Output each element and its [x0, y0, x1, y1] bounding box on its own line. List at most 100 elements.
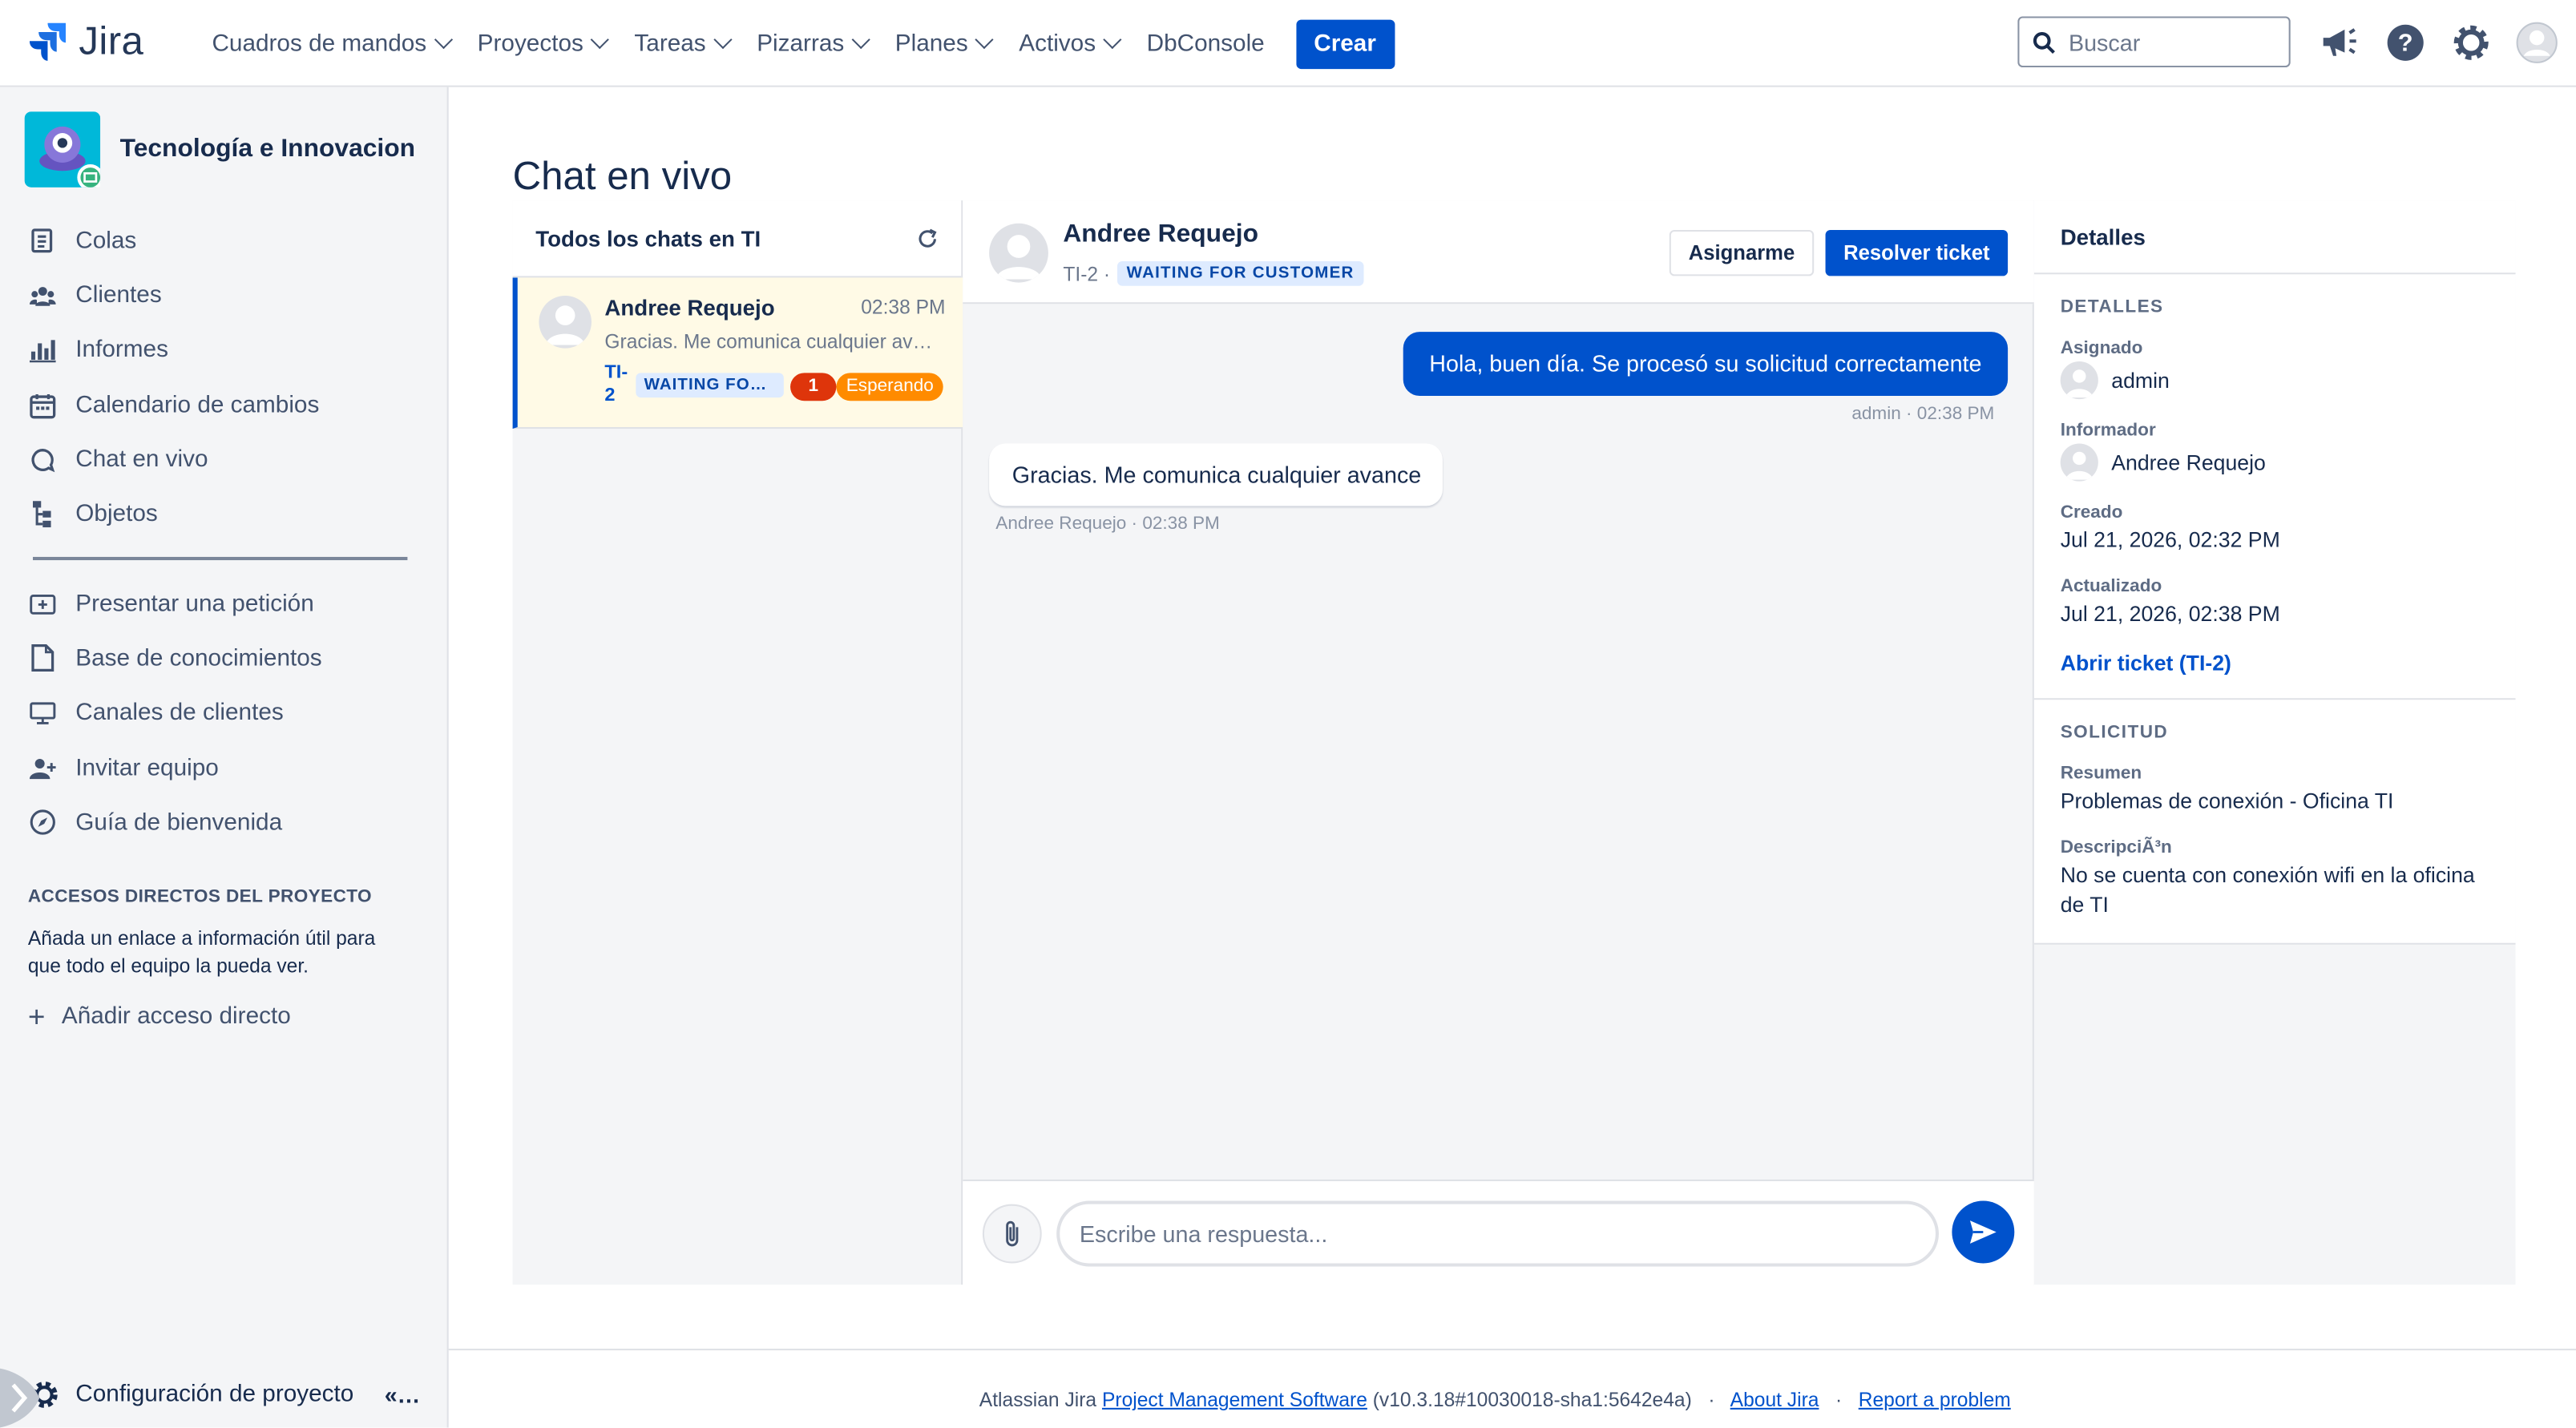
footer: Atlassian Jira Project Management Softwa… [448, 1349, 2576, 1427]
chat-list-header: Todos los chats en TI [512, 200, 962, 278]
search-input[interactable]: Buscar [2017, 16, 2291, 68]
avatar [539, 296, 592, 349]
reply-input[interactable]: Escribe una respuesta... [1056, 1200, 1939, 1267]
paperclip-icon [1006, 1220, 1019, 1247]
add-user-icon [29, 755, 56, 781]
footer-link-pm-software[interactable]: Project Management Software [1102, 1388, 1367, 1411]
chat-last-message: Gracias. Me comunica cualquier avance [604, 330, 942, 353]
calendar-icon [30, 392, 56, 418]
send-button[interactable] [1952, 1200, 2015, 1264]
chat-list-item[interactable]: Andree Requejo 02:38 PM Gracias. Me comu… [512, 277, 963, 430]
footer-text: Atlassian Jira Project Management Softwa… [979, 1388, 2011, 1411]
updated-label: Actualizado [2060, 576, 2162, 597]
attach-button[interactable] [982, 1204, 1042, 1264]
request-section: SOLICITUD Resumen Problemas de conexión … [2033, 700, 2516, 945]
project-header[interactable]: Tecnología e Innovacion [24, 111, 415, 191]
chat-time: 02:38 PM [861, 296, 946, 319]
outgoing-message: Hola, buen día. Se procesó su solicitud … [1403, 332, 2009, 397]
chevron-down-icon [590, 29, 609, 49]
sidebar-item-queues[interactable]: Colas [30, 214, 319, 268]
shortcuts-description: Añada un enlace a información útil para … [27, 926, 376, 978]
top-navigation: Jira Cuadros de mandos Proyectos Tareas … [0, 0, 2576, 87]
nav-projects[interactable]: Proyectos [478, 29, 609, 57]
conversation-ticket-key: TI-2 · [1063, 261, 1111, 285]
avatar [989, 223, 1048, 283]
people-icon [29, 282, 56, 309]
sidebar-item-welcome-guide[interactable]: Guía de bienvenida [30, 796, 322, 850]
footer-link-report-problem[interactable]: Report a problem [1859, 1388, 2011, 1411]
app-root: Jira Cuadros de mandos Proyectos Tareas … [0, 0, 2576, 1428]
megaphone-icon[interactable] [2317, 20, 2363, 66]
nav-plans[interactable]: Planes [895, 29, 994, 57]
jira-logo-text: Jira [79, 19, 144, 64]
details-panel: Detalles DETALLES Asignado admin Informa… [2033, 200, 2516, 1285]
open-ticket-link[interactable]: Abrir ticket (TI-2) [2061, 651, 2489, 676]
reporter-label: Informador [2060, 420, 2156, 441]
page-title: Chat en vivo [512, 154, 733, 200]
help-icon[interactable]: ? [2383, 20, 2429, 66]
updated-value: Jul 21, 2026, 02:38 PM [2060, 601, 2280, 627]
search-icon [2033, 30, 2055, 54]
chevron-down-icon [713, 29, 732, 49]
sidebar-item-change-calendar[interactable]: Calendario de cambios [30, 377, 319, 432]
compass-icon [30, 809, 56, 836]
description-value: No se cuenta con conexión wifi en la ofi… [2060, 862, 2475, 917]
project-sidebar: Tecnología e Innovacion Colas Clientes I… [0, 87, 449, 1428]
gear-icon[interactable] [2449, 20, 2494, 66]
shortcuts-title: ACCESOS DIRECTOS DEL PROYECTO [27, 887, 373, 907]
conversation-panel: Andree Requejo TI-2 · WAITING FOR CUSTOM… [963, 200, 2034, 1285]
project-settings-link[interactable]: Configuración de proyecto [30, 1380, 353, 1410]
resolve-ticket-button[interactable]: Resolver ticket [1825, 230, 2009, 276]
queue-icon [30, 228, 56, 254]
document-icon [30, 644, 56, 672]
footer-link-about-jira[interactable]: About Jira [1730, 1388, 1819, 1411]
user-avatar-icon[interactable] [2514, 20, 2560, 66]
details-section: DETALLES Asignado admin Informador Andre… [2033, 274, 2516, 700]
primary-nav: Cuadros de mandos Proyectos Tareas Pizar… [212, 0, 1395, 87]
chat-list-title: Todos los chats en TI [535, 225, 761, 251]
chat-ticket-key[interactable]: TI-2 [604, 361, 628, 407]
summary-value: Problemas de conexión - Oficina TI [2060, 789, 2394, 813]
sidebar-item-customer-channels[interactable]: Canales de clientes [30, 686, 322, 740]
sidebar-item-objects[interactable]: Objetos [30, 487, 319, 542]
jira-logo[interactable]: Jira [29, 19, 144, 66]
chevron-down-icon [434, 29, 453, 49]
sidebar-item-customers[interactable]: Clientes [29, 268, 319, 323]
nav-dbconsole[interactable]: DbConsole [1147, 30, 1265, 57]
details-section-title: DETALLES [2060, 297, 2164, 317]
sidebar-item-raise-request[interactable]: Presentar una petición [30, 577, 322, 631]
refresh-icon[interactable] [917, 228, 939, 249]
sidebar-item-live-chat[interactable]: Chat en vivo [30, 433, 319, 487]
plus-icon: + [27, 1000, 46, 1034]
avatar [2060, 443, 2098, 482]
send-icon [1969, 1220, 1997, 1244]
collapse-sidebar-icon[interactable]: «… [385, 1382, 421, 1408]
search-placeholder: Buscar [2068, 28, 2141, 55]
create-button[interactable]: Crear [1295, 18, 1395, 69]
nav-assets[interactable]: Activos [1019, 29, 1122, 57]
add-shortcut-button[interactable]: + Añadir acceso directo [27, 1000, 291, 1034]
reply-placeholder: Escribe una respuesta... [1079, 1220, 1328, 1247]
chat-list-panel: Todos los chats en TI Andree Requejo 02:… [512, 200, 963, 1285]
add-request-icon [30, 591, 56, 617]
hierarchy-icon [30, 501, 56, 528]
sidebar-item-reports[interactable]: Informes [29, 323, 319, 377]
chevron-right-icon[interactable] [0, 1368, 46, 1428]
nav-issues[interactable]: Tareas [634, 29, 732, 57]
assigned-label: Asignado [2060, 338, 2143, 358]
nav-boards[interactable]: Pizarras [757, 29, 870, 57]
sidebar-item-knowledge-base[interactable]: Base de conocimientos [30, 631, 322, 686]
bar-chart-icon [29, 337, 56, 364]
reporter-value: Andree Requejo [2060, 443, 2489, 482]
nav-dashboards[interactable]: Cuadros de mandos [212, 29, 453, 57]
chat-bubble-icon [30, 446, 56, 473]
sidebar-item-invite-team[interactable]: Invitar equipo [29, 740, 322, 795]
status-badge: WAITING FOR CUSTOMER [1116, 260, 1364, 286]
assign-to-me-button[interactable]: Asignarme [1669, 230, 1815, 276]
project-avatar [24, 111, 104, 191]
chat-customer-name: Andree Requejo [604, 296, 775, 321]
sidebar-nav: Colas Clientes Informes Calendario de ca… [29, 214, 319, 543]
request-section-title: SOLICITUD [2060, 723, 2169, 743]
sidebar-divider [33, 556, 408, 561]
conversation-customer-name: Andree Requejo [1063, 220, 1259, 248]
